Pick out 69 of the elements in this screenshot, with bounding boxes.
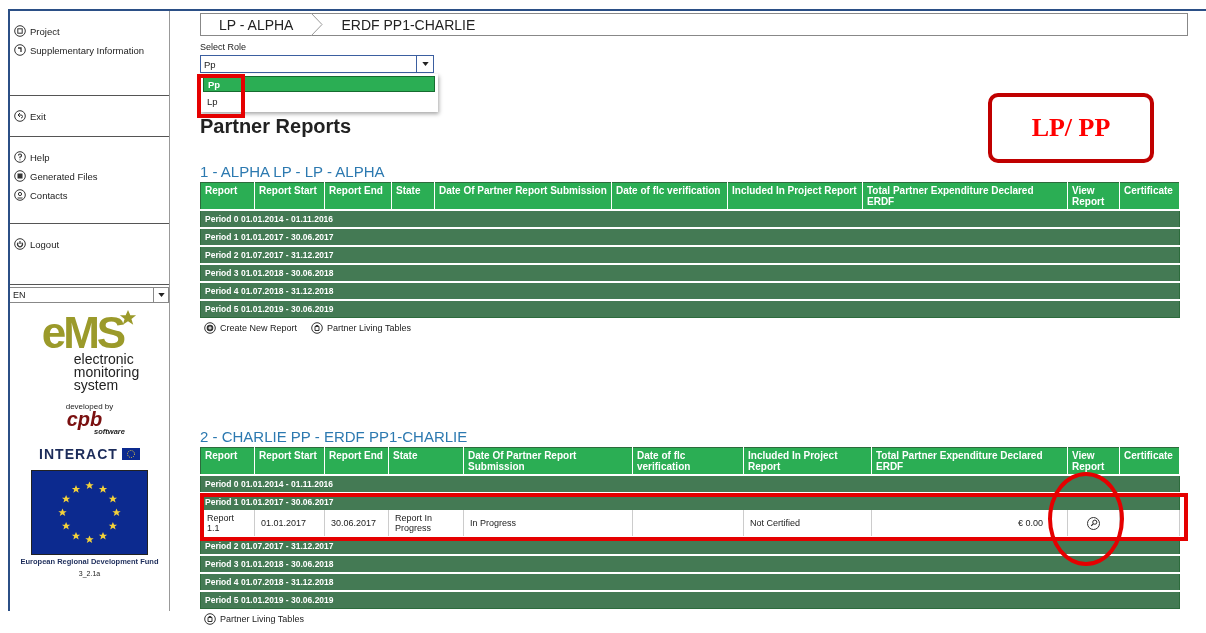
action-link[interactable]: Partner Living Tables: [311, 322, 411, 334]
section-title: 1 - ALPHA LP - LP - ALPHA: [200, 163, 386, 180]
dropdown-option[interactable]: Lp: [203, 94, 435, 108]
breadcrumb-item[interactable]: LP - ALPHA: [201, 14, 312, 35]
flag-icon: [121, 448, 140, 460]
page-heading: Partner Reports: [200, 115, 352, 139]
sidebar-item[interactable]: Project: [14, 25, 169, 37]
period-row[interactable]: Period 3 01.01.2018 - 30.06.2018: [200, 264, 1180, 282]
column-header: View Report: [1067, 182, 1120, 210]
column-header: State: [391, 182, 435, 210]
column-header: Report End: [324, 447, 389, 475]
language-select[interactable]: EN: [10, 287, 169, 303]
clipboard-icon: [204, 613, 216, 625]
help-icon: [14, 151, 26, 163]
person-icon: [14, 189, 26, 201]
period-row[interactable]: Period 0 01.01.2014 - 01.11.2016: [200, 210, 1180, 228]
sidebar-item[interactable]: Supplementary Information: [14, 44, 169, 56]
field-label: Select Role: [200, 42, 248, 52]
period-row[interactable]: Period 3 01.01.2018 - 30.06.2018: [200, 555, 1180, 573]
column-header: Date of flc verification: [632, 447, 744, 475]
partner-logo: INTERACT: [39, 446, 118, 462]
action-link[interactable]: Create New Report: [204, 322, 298, 334]
column-header: Included In Project Report: [743, 447, 872, 475]
logo-tagline: electronic monitoring system: [73, 353, 140, 392]
column-header: Certificate: [1119, 182, 1180, 210]
column-header: Report Start: [254, 447, 325, 475]
column-header: View Report: [1067, 447, 1120, 475]
disk-icon: [14, 170, 26, 182]
column-header: Report: [200, 447, 255, 475]
logo-wordmark: eMS: [41, 313, 124, 353]
column-header: State: [388, 447, 464, 475]
period-row[interactable]: Period 4 01.07.2018 - 31.12.2018: [200, 573, 1180, 591]
period-row[interactable]: Period 1 01.01.2017 - 30.06.2017: [200, 228, 1180, 246]
callout-label: LP/ PP: [988, 93, 1154, 163]
column-header: Included In Project Report: [727, 182, 863, 210]
period-row[interactable]: Period 4 01.07.2018 - 31.12.2018: [200, 282, 1180, 300]
period-row[interactable]: Period 5 01.01.2019 - 30.06.2019: [200, 591, 1180, 609]
developer-caption: developed by: [65, 402, 114, 411]
section-title: 2 - CHARLIE PP - ERDF PP1-CHARLIE: [200, 428, 469, 445]
period-row[interactable]: Period 0 01.01.2014 - 01.11.2016: [200, 475, 1180, 493]
caret-icon: [157, 293, 165, 297]
action-link[interactable]: Partner Living Tables: [204, 613, 304, 625]
caret-icon: [421, 62, 429, 66]
role-select[interactable]: Pp: [200, 55, 434, 73]
back-arrow-icon: [14, 110, 26, 122]
sidebar-item[interactable]: Exit: [14, 110, 169, 122]
column-header: Total Partner Expenditure Declared ERDF: [862, 182, 1068, 210]
sidebar-item[interactable]: Contacts: [14, 189, 169, 201]
square-icon: [14, 25, 26, 37]
sidebar-item[interactable]: Help: [14, 151, 169, 163]
highlight-frame: [197, 74, 245, 118]
column-header: Report: [200, 182, 255, 210]
period-row[interactable]: Period 5 01.01.2019 - 30.06.2019: [200, 300, 1180, 318]
period-row[interactable]: Period 2 01.07.2017 - 31.12.2017: [200, 246, 1180, 264]
breadcrumb-item[interactable]: ERDF PP1-CHARLIE: [323, 14, 494, 35]
column-header: Total Partner Expenditure Declared ERDF: [871, 447, 1068, 475]
column-header: Report End: [324, 182, 392, 210]
view-report-button[interactable]: [1087, 516, 1100, 530]
column-header: Report Start: [254, 182, 325, 210]
chevron-icon: [311, 13, 324, 36]
power-icon: [14, 238, 26, 250]
clipboard-icon: [311, 322, 324, 334]
sidebar-item[interactable]: Logout: [14, 238, 169, 250]
column-header: Date of flc verification: [611, 182, 728, 210]
column-header: Certificate: [1119, 447, 1180, 475]
column-header: Date Of Partner Report Submission: [434, 182, 612, 210]
plus-icon: [204, 322, 216, 334]
sidebar-item[interactable]: Generated Files: [14, 170, 169, 182]
column-header: Date Of Partner Report Submission: [463, 447, 633, 475]
